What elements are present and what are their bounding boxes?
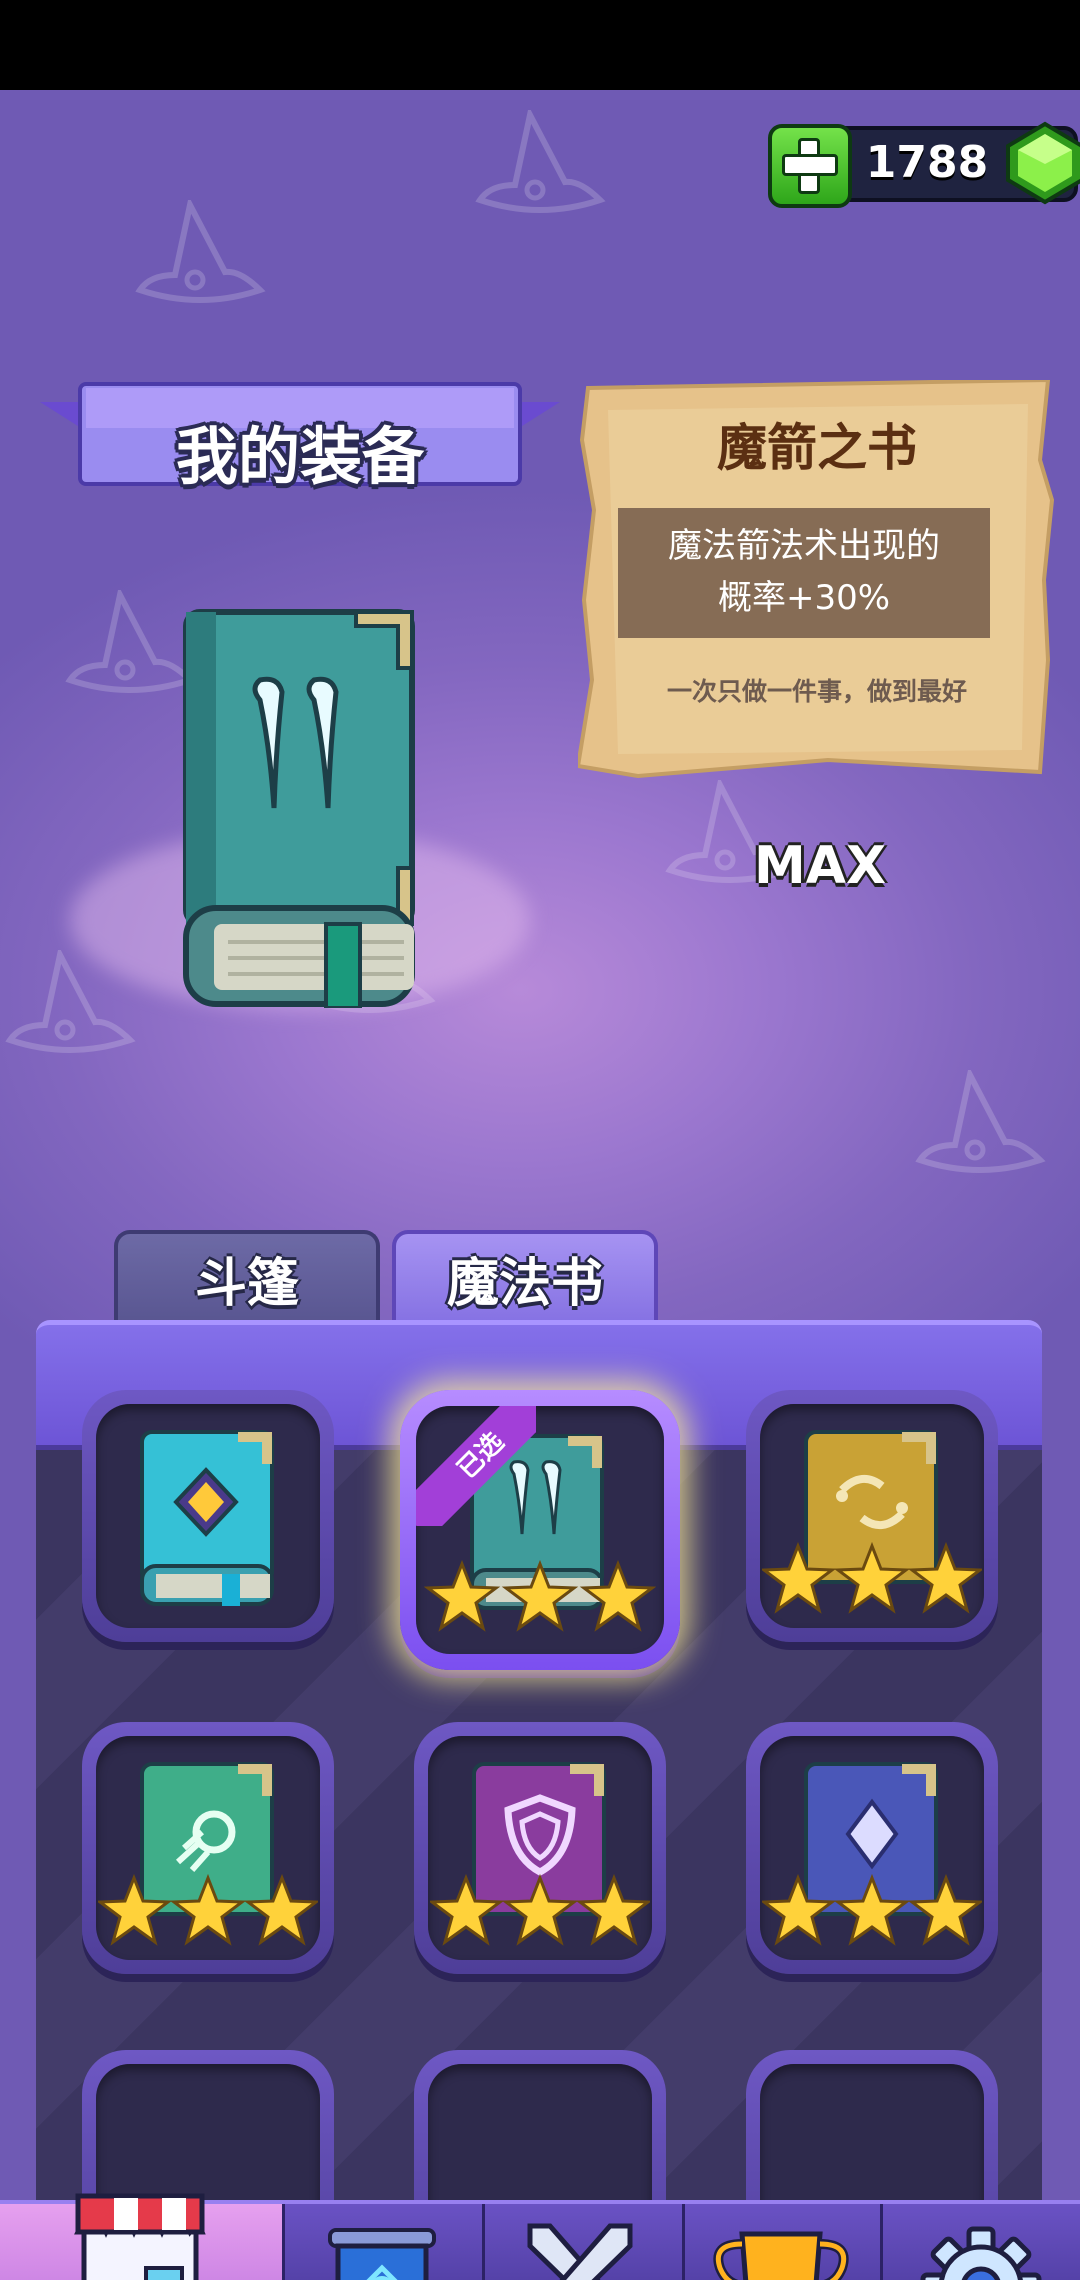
nav-battle[interactable] — [482, 2204, 685, 2280]
selected-badge-label: 已选 — [416, 1406, 536, 1526]
star-rating — [98, 1873, 318, 1946]
star-icon — [98, 1873, 173, 1946]
gem-counter: 1788 — [768, 121, 1080, 208]
page-title: 我的装备 — [175, 420, 424, 493]
book-slot-crystal[interactable] — [746, 1722, 998, 1974]
star-icon — [907, 1541, 982, 1614]
star-icon — [833, 1873, 911, 1946]
bottom-nav — [0, 2193, 1080, 2280]
description-line-2: 概率+30% — [717, 578, 891, 618]
gear-icon — [920, 2226, 1042, 2280]
star-icon — [501, 1559, 579, 1632]
star-icon — [430, 1873, 505, 1946]
book-slot-arrow-selected[interactable]: 已选 — [400, 1390, 680, 1670]
book-slot-shield[interactable] — [414, 1722, 666, 1974]
status-bar — [0, 0, 1080, 90]
star-icon — [575, 1873, 650, 1946]
nav-shop[interactable] — [0, 2193, 285, 2280]
description-line-1: 魔法箭法术出现的 — [668, 526, 940, 566]
equipped-book-icon — [183, 609, 415, 1008]
star-icon — [579, 1559, 656, 1632]
star-icon — [243, 1873, 318, 1946]
shop-icon — [74, 2193, 206, 2280]
level-label: MAX — [753, 836, 887, 896]
trophy-icon — [713, 2231, 849, 2280]
plus-icon[interactable] — [768, 124, 852, 208]
hat-doodle-icon — [915, 1070, 1046, 1173]
diamond-book-icon — [140, 1430, 274, 1606]
title-banner: 我的装备 — [40, 382, 560, 512]
nav-ranking[interactable] — [682, 2204, 883, 2280]
nav-settings[interactable] — [880, 2204, 1080, 2280]
book-slot-swirl[interactable] — [746, 1390, 998, 1642]
star-icon — [424, 1559, 501, 1632]
star-icon — [501, 1873, 579, 1946]
hat-doodle-icon — [135, 200, 266, 303]
selected-badge: 已选 — [416, 1406, 536, 1526]
book-slot-diamond[interactable] — [82, 1390, 334, 1642]
star-rating — [762, 1541, 982, 1614]
equipment-screen: 1788 我的装备 魔箭之书 魔法箭法术出现的 概率+30% 一次只做一件事，做… — [0, 90, 1080, 2280]
star-icon — [762, 1541, 837, 1614]
item-description: 魔法箭法术出现的 概率+30% — [618, 520, 990, 624]
book-slot-comet[interactable] — [82, 1722, 334, 1974]
item-motto: 一次只做一件事，做到最好 — [666, 677, 967, 706]
crossed-swords-icon — [527, 2223, 633, 2280]
star-rating — [424, 1559, 656, 1632]
nav-guild[interactable] — [282, 2204, 485, 2280]
star-icon — [762, 1873, 837, 1946]
hat-doodle-icon — [475, 110, 606, 213]
star-icon — [169, 1873, 247, 1946]
star-rating — [762, 1873, 982, 1946]
item-name: 魔箭之书 — [717, 419, 917, 477]
star-icon — [833, 1541, 911, 1614]
star-rating — [430, 1873, 650, 1946]
green-gem-icon — [1006, 121, 1080, 205]
banner-icon — [328, 2228, 436, 2280]
star-icon — [907, 1873, 982, 1946]
gem-amount: 1788 — [865, 137, 989, 188]
